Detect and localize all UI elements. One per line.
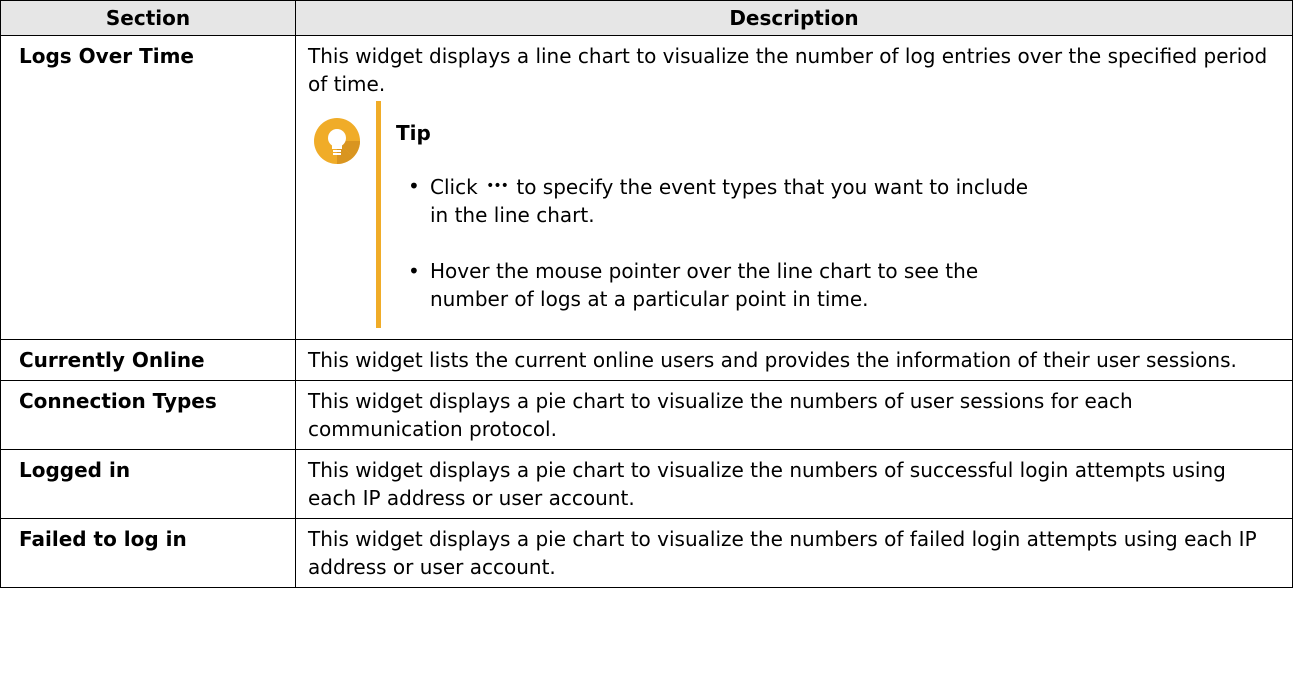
section-description: This widget displays a pie chart to visu… — [295, 449, 1293, 519]
tip-callout: Tip • Click ••• to specify the event typ… — [308, 101, 1280, 333]
table-row: Failed to log in This widget displays a … — [0, 518, 1293, 588]
tip-item-text: number of logs at a particular point in … — [430, 287, 869, 311]
section-description: This widget lists the current online use… — [295, 339, 1293, 381]
table-row: Connection Types This widget displays a … — [0, 380, 1293, 450]
tip-item-line: Click ••• to specify the event types tha… — [430, 172, 1028, 201]
section-description-cell: This widget displays a line chart to vis… — [295, 35, 1293, 340]
table-header-row: Section Description — [0, 0, 1293, 36]
column-header-description: Description — [295, 0, 1293, 36]
section-name: Currently Online — [0, 339, 296, 381]
tip-item-text: Hover the mouse pointer over the line ch… — [430, 259, 979, 283]
tip-title: Tip — [396, 121, 431, 145]
tip-accent-bar — [376, 101, 381, 328]
section-description: This widget displays a pie chart to visu… — [295, 380, 1293, 450]
table-row: Currently Online This widget lists the c… — [0, 339, 1293, 381]
table-row: Logs Over Time This widget displays a li… — [0, 35, 1293, 340]
tip-item-text: to specify the event types that you want… — [516, 175, 1029, 199]
sections-table: Section Description Logs Over Time This … — [0, 0, 1293, 588]
table-row: Logged in This widget displays a pie cha… — [0, 449, 1293, 519]
section-name: Logged in — [0, 449, 296, 519]
bullet: • — [408, 259, 420, 283]
column-header-section: Section — [0, 0, 296, 36]
section-name: Connection Types — [0, 380, 296, 450]
tip-list-item: • Hover the mouse pointer over the line … — [408, 257, 978, 313]
section-description: This widget displays a line chart to vis… — [308, 44, 1268, 96]
tip-item-text: Click — [430, 175, 478, 199]
bullet: • — [408, 174, 420, 198]
lightbulb-icon — [314, 118, 360, 164]
tip-item-text: in the line chart. — [430, 203, 595, 227]
more-options-icon: ••• — [486, 178, 509, 194]
section-description: This widget displays a pie chart to visu… — [295, 518, 1293, 588]
section-name: Logs Over Time — [0, 35, 296, 340]
tip-list-item: • Click ••• to specify the event types t… — [408, 172, 1028, 229]
section-name: Failed to log in — [0, 518, 296, 588]
